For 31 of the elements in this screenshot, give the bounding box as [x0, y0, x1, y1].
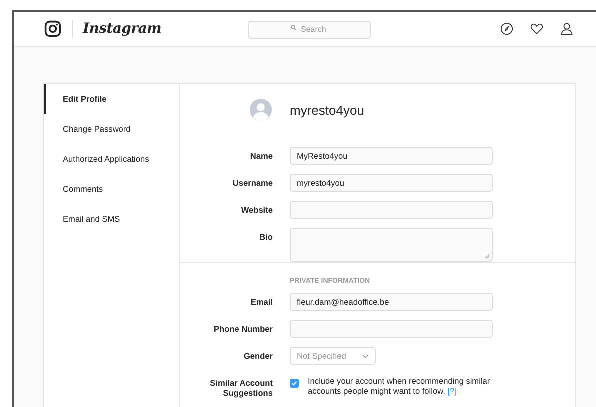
field-label: Website [240, 205, 273, 215]
person-icon[interactable] [560, 22, 574, 36]
sidebar-item[interactable]: Email and SMS [44, 204, 179, 234]
input-field[interactable] [290, 201, 493, 219]
field-label: Similar Account Suggestions [209, 377, 273, 398]
field-label: Bio [258, 231, 273, 242]
input-field[interactable]: MyResto4you [290, 147, 493, 165]
chevron-icon [362, 354, 369, 358]
field-label: Gender [242, 351, 273, 361]
checkbox[interactable] [290, 379, 299, 388]
avatar-icon [250, 99, 272, 121]
field-label: Phone Number [212, 324, 273, 334]
input-field[interactable]: fleur.dam@headoffice.be [290, 293, 493, 311]
camera-icon[interactable] [44, 20, 62, 38]
heart-icon[interactable] [530, 22, 544, 36]
checkbox-text: Include your account when recommending similar accounts people might want to follow. [?] [308, 375, 492, 396]
logo-text[interactable]: Instagram [83, 21, 162, 37]
search-field[interactable]: Search [248, 20, 371, 38]
sidebar-item[interactable]: Comments [44, 174, 179, 204]
sidebar-item[interactable]: Change Password [44, 114, 179, 144]
field-label: Name [249, 151, 273, 161]
sidebar-item[interactable]: Authorized Applications [44, 144, 179, 174]
search-icon [291, 25, 297, 31]
resize-grip-icon[interactable] [485, 254, 490, 259]
sidebar-item[interactable]: Edit Profile [44, 84, 179, 114]
input-field[interactable]: myresto4you [290, 174, 493, 192]
field-label: Email [250, 297, 273, 307]
profile-username: myresto4you [290, 102, 364, 118]
input-field[interactable] [290, 320, 493, 338]
field-label: Username [232, 178, 273, 188]
compass-icon[interactable] [500, 22, 514, 36]
